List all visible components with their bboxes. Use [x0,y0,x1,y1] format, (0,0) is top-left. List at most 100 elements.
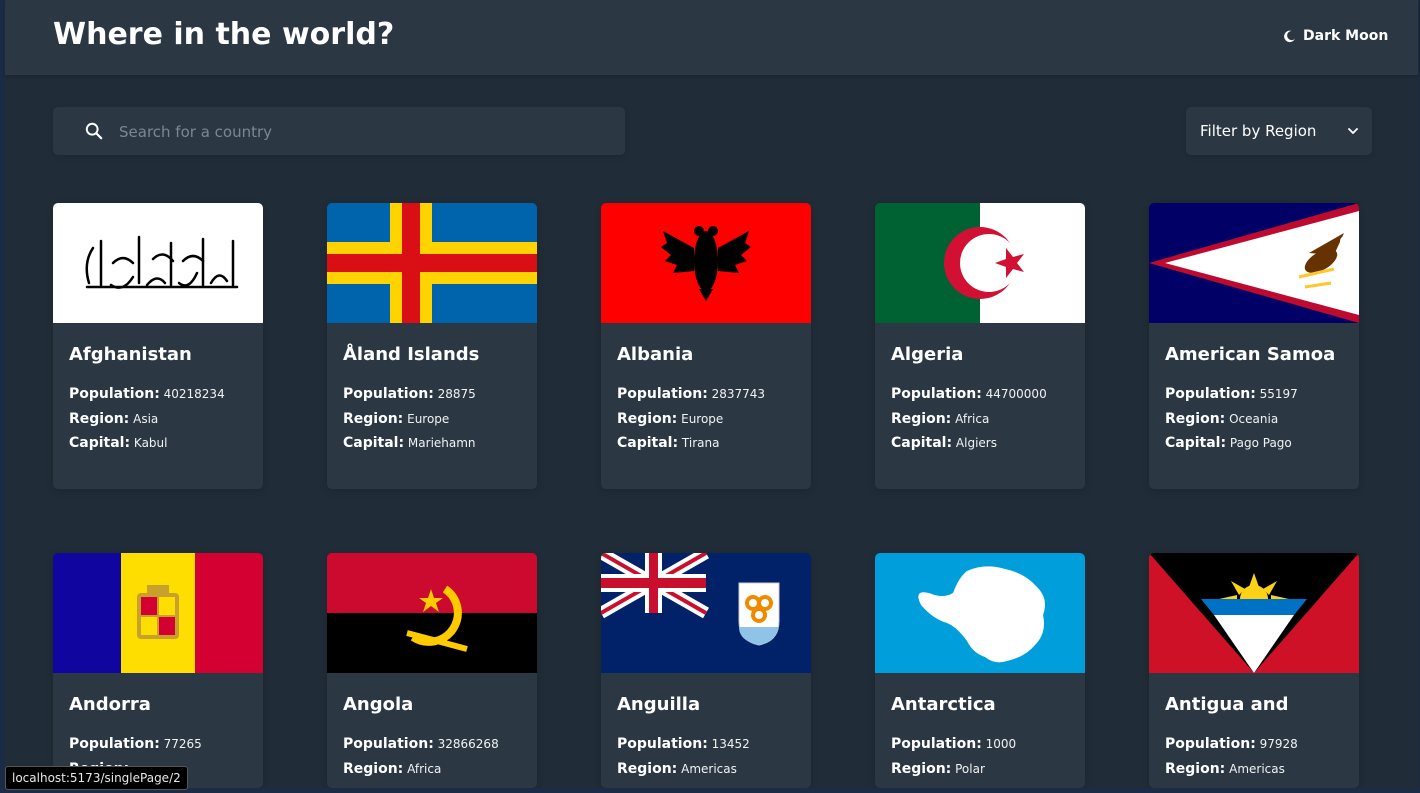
capital-row: Capital: Kabul [69,435,168,451]
region-row: Region: Europe [343,411,449,427]
region-value: Oceania [1229,412,1279,426]
flag-american-samoa-image [1149,203,1359,323]
region-row: Region: Polar [891,761,985,777]
population-label: Population: [617,736,708,752]
page-title: Where in the world? [53,17,395,52]
search-input[interactable] [117,107,611,157]
capital-row: Capital: Algiers [891,435,997,451]
theme-toggle-button[interactable]: Dark Moon [1283,28,1388,44]
region-label: Region: [617,761,678,777]
country-name: Antigua and [1165,694,1289,715]
population-row: Population: 1000 [891,736,1016,752]
population-row: Population: 44700000 [891,386,1047,402]
population-value: 77265 [163,737,202,751]
region-row: Region: Asia [69,411,158,427]
country-name: Angola [343,694,414,715]
capital-value: Kabul [133,436,168,450]
country-card-andorra[interactable]: Andorra Population: 77265 Region: [53,553,263,788]
capital-value: Mariehamn [407,436,476,450]
moon-icon [1284,30,1296,42]
region-value: Africa [407,762,442,776]
population-value: 2837743 [711,387,766,401]
region-row: Region: Americas [1165,761,1285,777]
country-name: Andorra [69,694,151,715]
country-name: Algeria [891,344,964,365]
country-card-aland-islands[interactable]: Åland Islands Population: 28875 Region: … [327,203,537,489]
capital-value: Pago Pago [1229,436,1292,450]
capital-row: Capital: Pago Pago [1165,435,1292,451]
capital-row: Capital: Mariehamn [343,435,476,451]
country-name: Albania [617,344,694,365]
flag-afghanistan-image [53,203,263,323]
region-value: Europe [681,412,724,426]
flag-algeria-image [875,203,1085,323]
population-label: Population: [343,386,434,402]
population-row: Population: 55197 [1165,386,1298,402]
country-name: Anguilla [617,694,701,715]
region-row: Region: Africa [891,411,989,427]
flag-antigua-and-barbuda-image [1149,553,1359,673]
population-label: Population: [343,736,434,752]
country-card-antigua-and-barbuda[interactable]: Antigua and Population: 97928 Region: Am… [1149,553,1359,788]
region-label: Region: [891,761,952,777]
top-header: Where in the world? Dark Moon [5,0,1418,75]
population-row: Population: 13452 [617,736,750,752]
country-name: Antarctica [891,694,996,715]
country-card-american-samoa[interactable]: American Samoa Population: 55197 Region:… [1149,203,1359,489]
population-row: Population: 2837743 [617,386,765,402]
population-label: Population: [69,736,160,752]
flag-aland-islands-image [327,203,537,323]
population-row: Population: 28875 [343,386,476,402]
search-icon [85,122,103,140]
capital-label: Capital: [343,435,405,451]
region-label: Region: [69,411,130,427]
region-value: Americas [1229,762,1285,776]
population-row: Population: 97928 [1165,736,1298,752]
region-label: Region: [1165,761,1226,777]
region-row: Region: Africa [343,761,441,777]
region-value: Asia [133,412,159,426]
capital-row: Capital: Tirana [617,435,719,451]
population-value: 44700000 [985,387,1047,401]
capital-label: Capital: [69,435,131,451]
country-card-antarctica[interactable]: Antarctica Population: 1000 Region: Pola… [875,553,1085,788]
population-label: Population: [69,386,160,402]
population-label: Population: [617,386,708,402]
population-label: Population: [891,736,982,752]
region-value: Polar [955,762,985,776]
country-name: Afghanistan [69,344,192,365]
window-frame-bottom [0,788,1420,793]
flag-anguilla-image [601,553,811,673]
population-label: Population: [891,386,982,402]
region-label: Region: [343,411,404,427]
region-row: Region: Americas [617,761,737,777]
country-name: Åland Islands [343,344,480,365]
population-value: 40218234 [163,387,225,401]
population-value: 13452 [711,737,750,751]
country-card-afghanistan[interactable]: Afghanistan Population: 40218234 Region:… [53,203,263,489]
population-value: 55197 [1259,387,1298,401]
capital-label: Capital: [891,435,953,451]
region-label: Region: [617,411,678,427]
population-row: Population: 32866268 [343,736,499,752]
country-card-anguilla[interactable]: Anguilla Population: 13452 Region: Ameri… [601,553,811,788]
country-card-angola[interactable]: Angola Population: 32866268 Region: Afri… [327,553,537,788]
capital-label: Capital: [617,435,679,451]
capital-label: Capital: [1165,435,1227,451]
population-label: Population: [1165,386,1256,402]
flag-andorra-image [53,553,263,673]
chevron-down-icon [1348,128,1358,134]
region-value: Africa [955,412,990,426]
flag-angola-image [327,553,537,673]
region-label: Region: [343,761,404,777]
link-status-tooltip: localhost:5173/singlePage/2 [5,766,188,790]
region-value: Americas [681,762,737,776]
population-row: Population: 77265 [69,736,202,752]
region-label: Region: [891,411,952,427]
country-card-algeria[interactable]: Algeria Population: 44700000 Region: Afr… [875,203,1085,489]
search-box [53,107,625,157]
region-filter-dropdown[interactable]: Filter by Region [1186,107,1372,155]
flag-antarctica-image [875,553,1085,673]
country-card-albania[interactable]: Albania Population: 2837743 Region: Euro… [601,203,811,489]
flag-albania-image [601,203,811,323]
